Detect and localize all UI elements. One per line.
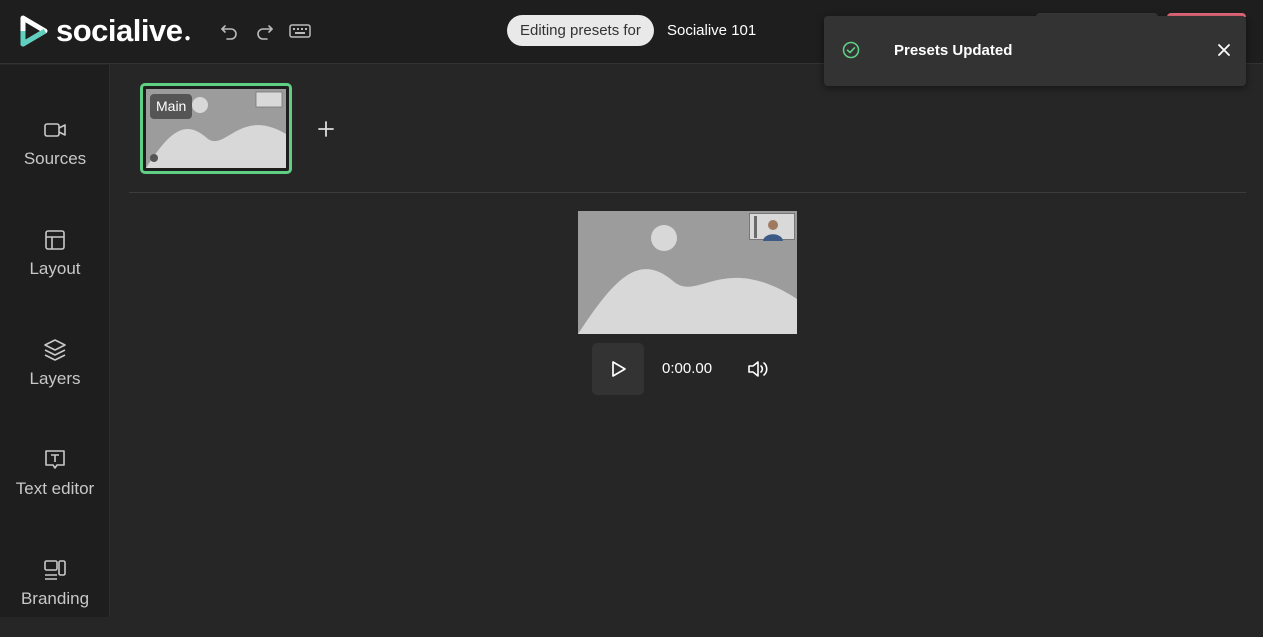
preview-canvas — [578, 211, 797, 334]
sidebar-item-text-editor[interactable]: Text editor — [0, 447, 110, 527]
editing-presets-pill: Editing presets for — [507, 15, 654, 46]
play-icon — [612, 361, 626, 377]
sidebar-item-label: Layers — [29, 369, 81, 388]
volume-button[interactable] — [744, 357, 772, 381]
text-box-icon — [45, 450, 65, 469]
undo-button[interactable] — [216, 18, 242, 44]
redo-icon — [257, 25, 273, 40]
layers-icon — [44, 339, 66, 361]
keyboard-icon — [289, 24, 311, 38]
sidebar-item-label: Text editor — [15, 479, 95, 498]
logo[interactable]: socialive ● — [16, 13, 191, 49]
sidebar-item-label: Branding — [20, 589, 90, 608]
sidebar-item-layout[interactable]: Layout — [0, 227, 110, 307]
sidebar-item-label: Sources — [23, 149, 87, 168]
video-camera-icon — [44, 123, 66, 137]
add-preset-button[interactable] — [314, 117, 338, 141]
check-circle-icon — [842, 41, 860, 59]
logo-text: socialive — [56, 13, 183, 48]
camera-overlay — [749, 213, 795, 241]
close-icon[interactable] — [1216, 42, 1232, 58]
undo-icon — [221, 25, 237, 40]
sidebar-item-sources[interactable]: Sources — [0, 117, 110, 197]
volume-icon — [748, 361, 768, 377]
sidebar-item-label: Layout — [29, 259, 81, 278]
branding-icon — [44, 560, 66, 580]
presets-updated-toast: Presets Updated — [824, 16, 1246, 86]
divider — [129, 192, 1246, 193]
plus-icon — [318, 121, 334, 137]
layout-icon — [45, 230, 65, 250]
logo-mark-icon — [20, 15, 48, 47]
person-icon — [754, 216, 783, 241]
preset-label: Main — [150, 94, 193, 119]
sidebar: Sources Layout Layers Text editor Brandi… — [0, 65, 110, 617]
keyboard-shortcuts-button[interactable] — [287, 18, 313, 44]
play-button[interactable] — [592, 343, 644, 395]
logo-registered-mark: ● — [184, 32, 191, 44]
redo-button[interactable] — [252, 18, 278, 44]
preset-name: Socialive 101 — [667, 22, 757, 39]
toast-message: Presets Updated — [894, 42, 1013, 59]
timecode: 0:00.00 — [662, 360, 713, 377]
sidebar-item-branding[interactable]: Branding — [0, 557, 110, 637]
sidebar-item-layers[interactable]: Layers — [0, 337, 110, 417]
